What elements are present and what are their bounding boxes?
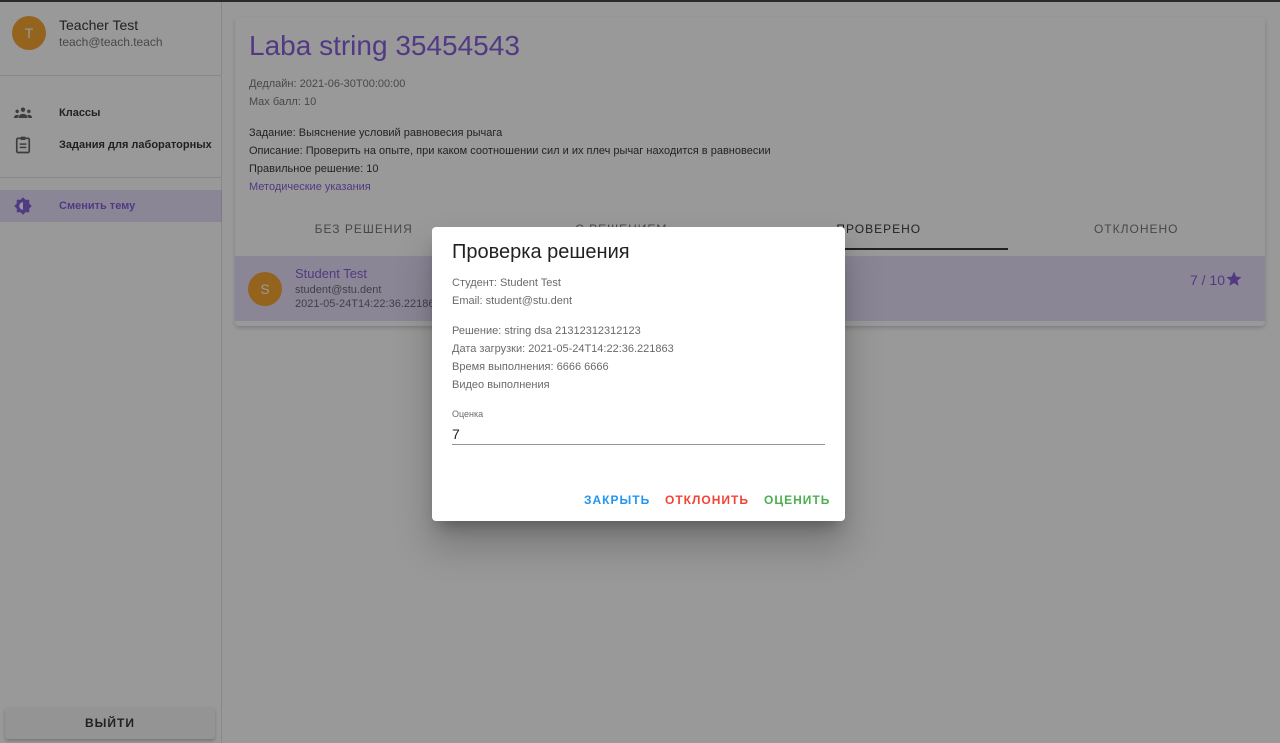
close-button[interactable]: ЗАКРЫТЬ (584, 493, 650, 507)
dialog-title: Проверка решения (452, 241, 630, 263)
reject-button[interactable]: ОТКЛОНИТЬ (665, 493, 749, 507)
dialog-student: Студент: Student Test (452, 277, 561, 289)
video-link[interactable]: Видео выполнения (452, 379, 550, 391)
dialog-exec-time: Время выполнения: 6666 6666 (452, 361, 609, 373)
dialog-email: Email: student@stu.dent (452, 295, 573, 307)
review-dialog: Проверка решения Студент: Student Test E… (432, 227, 845, 521)
dialog-upload-date: Дата загрузки: 2021-05-24T14:22:36.22186… (452, 343, 674, 355)
grade-label: Оценка (452, 409, 484, 419)
app-window: T Teacher Test teach@teach.teach Классы (0, 0, 1280, 743)
dialog-solution: Решение: string dsa 21312312312123 (452, 325, 641, 337)
grade-input[interactable] (452, 423, 825, 445)
grade-button[interactable]: ОЦЕНИТЬ (764, 493, 830, 507)
